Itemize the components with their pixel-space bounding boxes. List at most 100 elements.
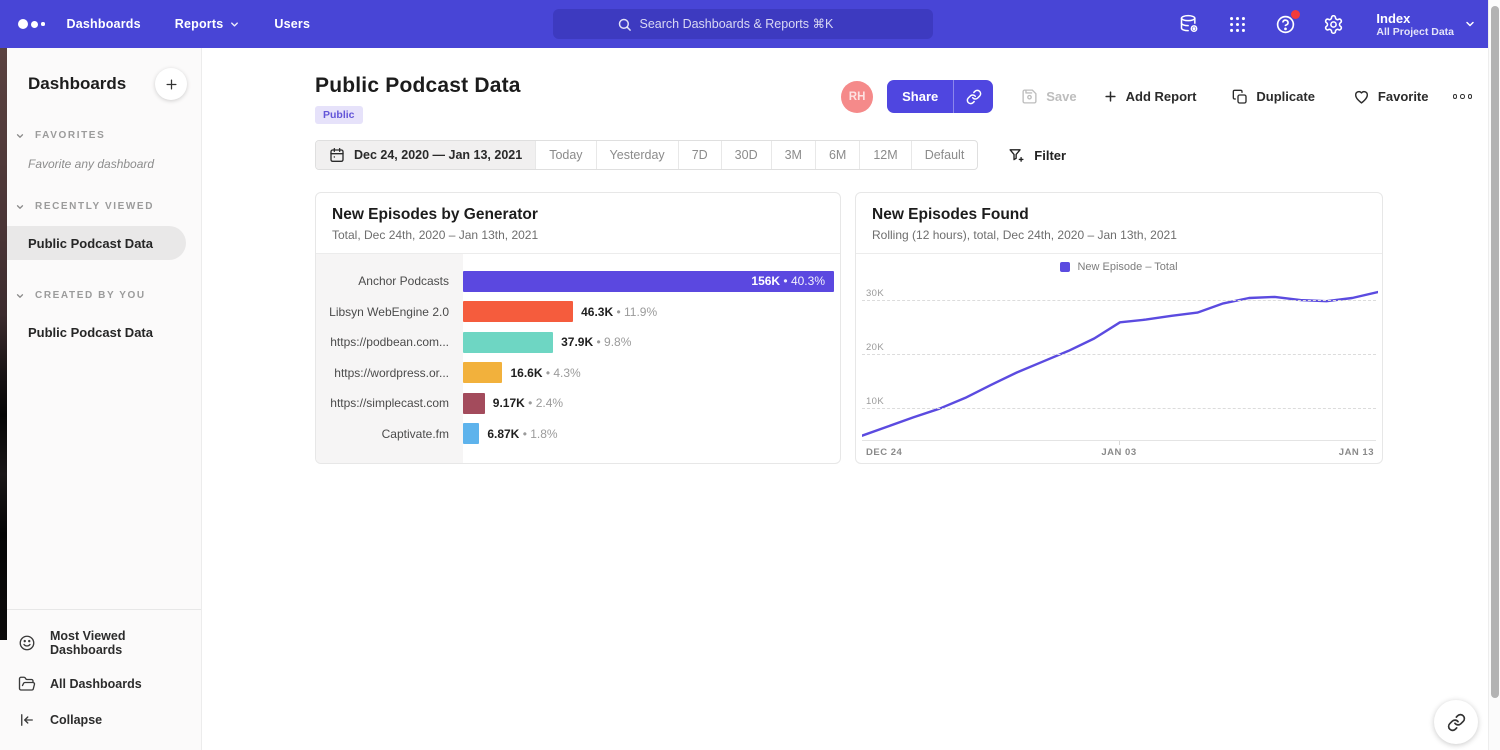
sidebar-item-public-podcast-data[interactable]: Public Podcast Data	[0, 226, 186, 260]
share-button[interactable]: Share	[887, 80, 993, 113]
bar-row: https://podbean.com... 37.9K • 9.8%	[316, 327, 840, 358]
bar-chart-title: New Episodes by Generator	[332, 206, 824, 224]
gridline: 30K	[862, 300, 1376, 301]
sidebar-title: Dashboards	[28, 74, 126, 94]
footer-item-label: All Dashboards	[50, 677, 142, 691]
sidebar-section-recently-viewed[interactable]: RECENTLY VIEWED	[0, 201, 201, 212]
bar-chart: Anchor Podcasts156K • 40.3%Libsyn WebEng…	[316, 254, 840, 463]
main-content: Public Podcast Data Public RH Share Save…	[202, 48, 1488, 750]
project-switcher[interactable]: Index All Project Data	[1376, 11, 1476, 38]
bar-value-label: 6.87K • 1.8%	[487, 427, 557, 441]
x-tick-label: JAN 13	[1339, 447, 1374, 458]
collapse-sidebar-button[interactable]: Collapse	[0, 702, 201, 738]
favorites-empty-text: Favorite any dashboard	[0, 141, 201, 171]
bar-value-label: 9.17K • 2.4%	[493, 396, 563, 410]
data-sources-icon[interactable]	[1178, 13, 1200, 35]
preset-3m[interactable]: 3M	[771, 141, 815, 169]
nav-users-label: Users	[274, 17, 310, 31]
section-label: CREATED BY YOU	[35, 290, 146, 301]
more-options-button[interactable]	[1449, 94, 1477, 99]
add-dashboard-button[interactable]	[155, 68, 187, 100]
avatar[interactable]: RH	[841, 81, 873, 113]
preset-6m[interactable]: 6M	[815, 141, 859, 169]
nav-users[interactable]: Users	[274, 17, 310, 31]
bar-track: 46.3K • 11.9%	[463, 301, 834, 322]
sidebar-section-created-by-you[interactable]: CREATED BY YOU	[0, 290, 201, 301]
copy-link-button[interactable]	[953, 80, 993, 113]
app-logo-icon[interactable]	[0, 19, 67, 29]
nav-reports-label: Reports	[175, 17, 224, 31]
bar-track: 37.9K • 9.8%	[463, 332, 834, 353]
line-chart-subtitle: Rolling (12 hours), total, Dec 24th, 202…	[872, 228, 1366, 242]
footer-item-label: Most Viewed Dashboards	[50, 629, 201, 657]
preset-yesterday[interactable]: Yesterday	[596, 141, 678, 169]
nav-dashboards[interactable]: Dashboards	[67, 17, 141, 31]
section-label: FAVORITES	[35, 130, 105, 141]
bar[interactable]	[463, 332, 553, 353]
preset-7d[interactable]: 7D	[678, 141, 721, 169]
favorite-button[interactable]: Favorite	[1347, 88, 1435, 105]
add-report-button[interactable]: Add Report	[1097, 89, 1203, 104]
search-input[interactable]	[640, 17, 870, 31]
preset-30d[interactable]: 30D	[721, 141, 771, 169]
global-search[interactable]	[553, 9, 933, 39]
add-report-label: Add Report	[1126, 89, 1197, 104]
bar-track: 6.87K • 1.8%	[463, 423, 834, 444]
filter-button[interactable]: Filter	[1008, 147, 1066, 164]
save-icon	[1021, 88, 1038, 105]
topbar: Dashboards Reports Users Index All Proje…	[0, 0, 1500, 48]
heart-icon	[1353, 88, 1370, 105]
share-button-label[interactable]: Share	[887, 80, 953, 113]
bar[interactable]	[463, 301, 573, 322]
bar[interactable]	[463, 362, 502, 383]
preset-default[interactable]: Default	[911, 141, 978, 169]
date-range-picker[interactable]: Dec 24, 2020 — Jan 13, 2021	[316, 141, 535, 169]
link-icon	[966, 89, 982, 105]
bar-chart-card: New Episodes by Generator Total, Dec 24t…	[315, 192, 841, 464]
help-icon[interactable]	[1274, 13, 1296, 35]
line-chart-title: New Episodes Found	[872, 206, 1366, 224]
footer-item-label: Collapse	[50, 713, 102, 727]
bar[interactable]: 156K • 40.3%	[463, 271, 834, 292]
gridline: 20K	[862, 354, 1376, 355]
chart-legend: New Episode – Total	[856, 256, 1382, 278]
collapse-icon	[18, 711, 36, 729]
bar-row: https://simplecast.com9.17K • 2.4%	[316, 388, 840, 419]
bar-value-label: 37.9K • 9.8%	[561, 335, 631, 349]
bar-track: 9.17K • 2.4%	[463, 393, 834, 414]
project-name: Index	[1376, 11, 1454, 26]
preset-today[interactable]: Today	[535, 141, 595, 169]
bar-chart-rows: Anchor Podcasts156K • 40.3%Libsyn WebEng…	[316, 254, 840, 449]
x-tick-label: DEC 24	[866, 447, 902, 458]
sidebar-item-public-podcast-data-created[interactable]: Public Podcast Data	[0, 315, 201, 349]
bar[interactable]	[463, 393, 485, 414]
bar-value-label: 46.3K • 11.9%	[581, 305, 657, 319]
preset-12m[interactable]: 12M	[859, 141, 910, 169]
line-chart-card: New Episodes Found Rolling (12 hours), t…	[855, 192, 1383, 464]
nav-reports[interactable]: Reports	[175, 17, 241, 31]
bar[interactable]	[463, 423, 479, 444]
date-range-control: Dec 24, 2020 — Jan 13, 2021 Today Yester…	[315, 140, 978, 170]
legend-swatch	[1060, 262, 1070, 272]
notification-dot	[1291, 10, 1300, 19]
most-viewed-dashboards-button[interactable]: Most Viewed Dashboards	[0, 620, 201, 666]
apps-grid-icon[interactable]	[1226, 13, 1248, 35]
x-tick	[1119, 441, 1120, 445]
settings-icon[interactable]	[1322, 13, 1344, 35]
save-label: Save	[1046, 89, 1076, 104]
search-icon	[617, 17, 632, 32]
line-chart-plot: 10K20K30K	[862, 278, 1376, 440]
copy-page-link-button[interactable]	[1434, 700, 1478, 744]
scrollbar-thumb[interactable]	[1491, 6, 1499, 698]
save-button[interactable]: Save	[1015, 88, 1082, 105]
sidebar-section-favorites[interactable]: FAVORITES	[0, 130, 201, 141]
vertical-scrollbar	[1488, 0, 1500, 750]
bar-category-label: Libsyn WebEngine 2.0	[316, 305, 463, 319]
bar-category-label: https://podbean.com...	[316, 335, 463, 349]
sidebar: Dashboards FAVORITES Favorite any dashbo…	[0, 48, 202, 750]
plus-icon	[1103, 89, 1118, 104]
link-icon	[1447, 713, 1466, 732]
chevron-down-icon	[15, 202, 25, 212]
duplicate-button[interactable]: Duplicate	[1226, 89, 1321, 105]
all-dashboards-button[interactable]: All Dashboards	[0, 666, 201, 702]
